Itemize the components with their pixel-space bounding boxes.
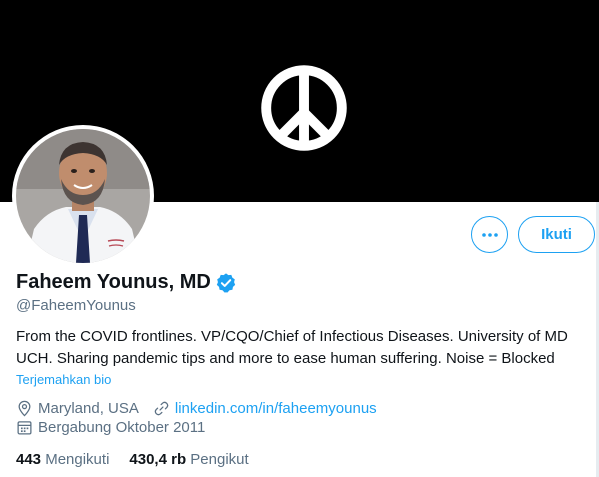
more-options-button[interactable]: [471, 216, 508, 253]
profile-joined-date: Bergabung Oktober 2011: [38, 419, 206, 436]
link-icon: [154, 401, 169, 416]
profile-name: Faheem Younus, MD: [16, 271, 211, 293]
profile-meta-row: Maryland, USA linkedin.com/in/faheemyoun…: [16, 400, 377, 417]
following-count: 443: [16, 451, 42, 468]
avatar[interactable]: [12, 125, 154, 267]
following-label: Mengikuti: [45, 451, 110, 468]
profile-joined-row: Bergabung Oktober 2011: [16, 419, 205, 436]
profile-name-row: Faheem Younus, MD: [16, 271, 237, 294]
calendar-icon: [17, 421, 32, 435]
followers-stat[interactable]: 430,4 rb Pengikut: [129, 451, 248, 468]
avatar-photo: [16, 129, 150, 263]
profile-location: Maryland, USA: [38, 400, 139, 417]
verified-badge-icon: [216, 272, 236, 292]
bio-line-1: From the COVID frontlines. VP/CQO/Chief …: [16, 328, 568, 345]
profile-bio: From the COVID frontlines. VP/CQO/Chief …: [16, 326, 591, 370]
translate-bio-link[interactable]: Terjemahkan bio: [16, 372, 111, 387]
bio-line-2: UCH. Sharing pandemic tips and more to e…: [16, 350, 555, 367]
peace-icon: [261, 65, 347, 151]
profile-handle: @FaheemYounus: [16, 297, 136, 314]
follow-label: Ikuti: [541, 226, 572, 243]
more-icon: [481, 232, 498, 237]
followers-label: Pengikut: [190, 451, 249, 468]
location-icon: [18, 400, 31, 417]
follow-button[interactable]: Ikuti: [518, 216, 595, 253]
profile-website-link[interactable]: linkedin.com/in/faheemyounus: [175, 400, 377, 417]
followers-count: 430,4 rb: [129, 451, 187, 468]
profile-stats: 443 Mengikuti 430,4 rb Pengikut: [16, 451, 269, 468]
following-stat[interactable]: 443 Mengikuti: [16, 451, 109, 468]
